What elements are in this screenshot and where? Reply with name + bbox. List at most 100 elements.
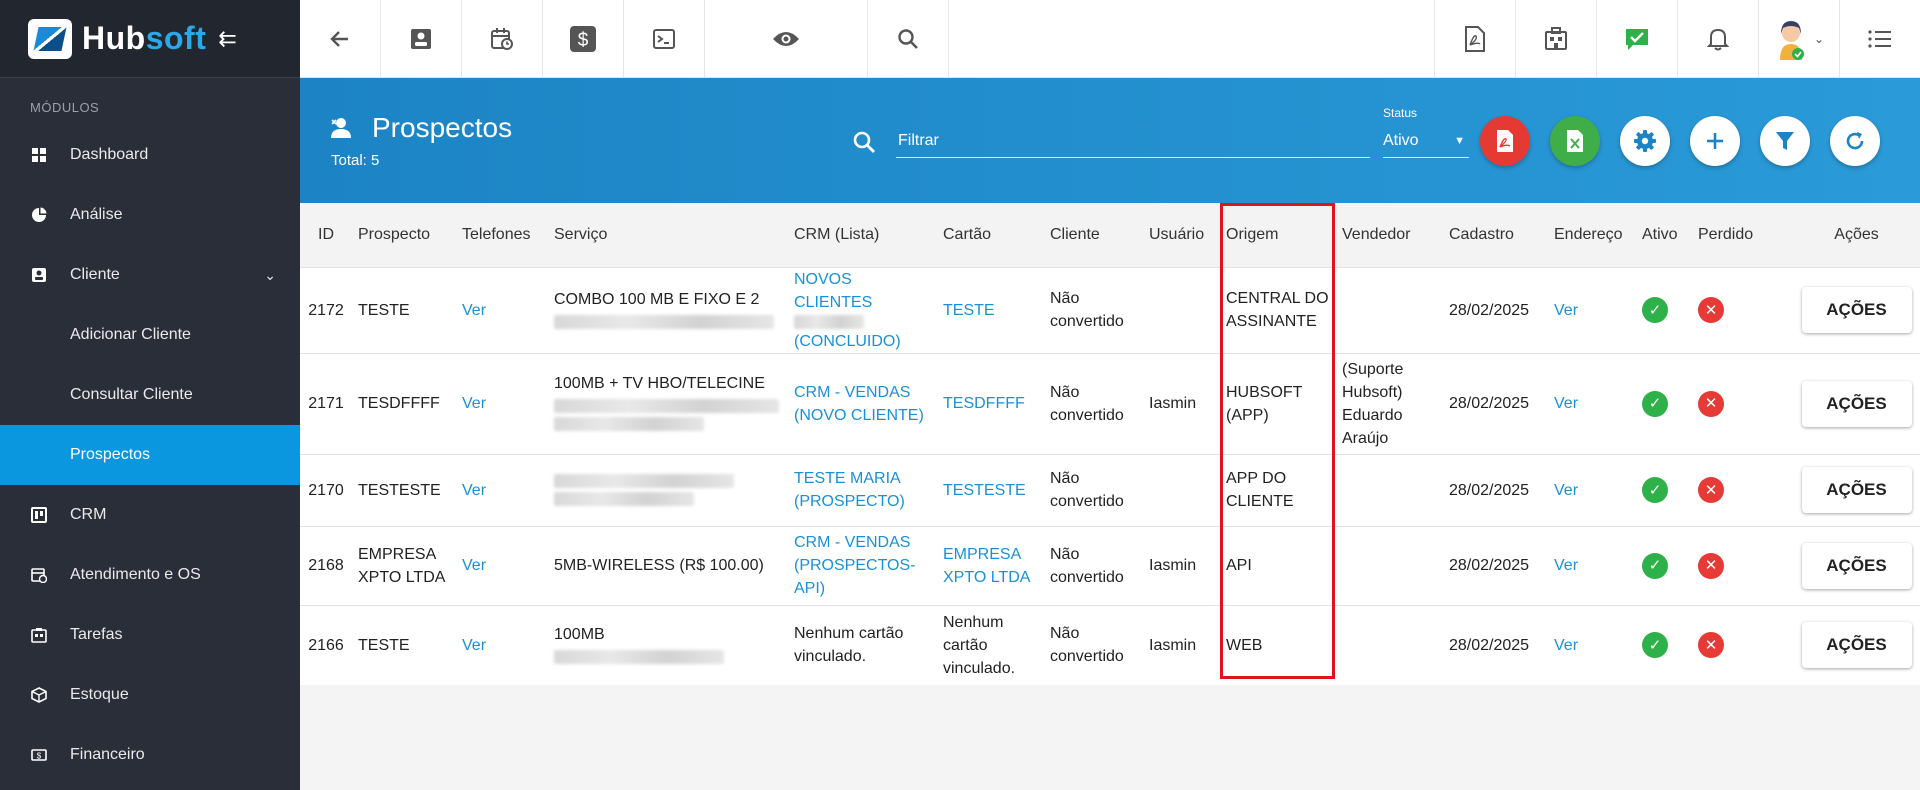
- redacted-text: [794, 314, 864, 329]
- filter-input[interactable]: [896, 124, 1370, 158]
- column-header-origem[interactable]: Origem: [1220, 203, 1336, 267]
- column-header-servico[interactable]: Serviço: [548, 203, 788, 267]
- cartao-link[interactable]: EMPRESA XPTO LTDA: [937, 525, 1044, 605]
- ver-telefones-link[interactable]: Ver: [462, 395, 486, 412]
- column-header-cartao[interactable]: Cartão: [937, 203, 1044, 267]
- client-card-button[interactable]: [381, 0, 462, 78]
- close-circle-icon[interactable]: ✕: [1698, 632, 1724, 659]
- add-prospect-button[interactable]: [1690, 116, 1740, 166]
- check-circle-icon[interactable]: ✓: [1642, 632, 1668, 659]
- crm-link-status[interactable]: (CONCLUIDO): [794, 330, 931, 353]
- financial-button[interactable]: $: [543, 0, 624, 78]
- page-title: Prospectos: [330, 112, 512, 144]
- sidebar-item-consultar-cliente[interactable]: Consultar Cliente: [0, 365, 300, 425]
- sidebar-item-prospectos[interactable]: Prospectos: [0, 425, 300, 485]
- filter-button[interactable]: [1760, 116, 1810, 166]
- column-header-usuario[interactable]: Usuário: [1143, 203, 1220, 267]
- notifications-button[interactable]: [1677, 0, 1758, 78]
- ver-telefones-link[interactable]: Ver: [462, 302, 486, 319]
- column-header-perdido[interactable]: Perdido: [1692, 203, 1793, 267]
- column-header-ativo[interactable]: Ativo: [1636, 203, 1692, 267]
- crm-link[interactable]: CRM - VENDAS: [794, 531, 931, 554]
- acoes-button[interactable]: AÇÕES: [1801, 380, 1912, 427]
- column-header-crm-lista[interactable]: CRM (Lista): [788, 203, 937, 267]
- close-circle-icon[interactable]: ✕: [1698, 477, 1724, 503]
- acoes-button[interactable]: AÇÕES: [1801, 287, 1912, 333]
- sidebar-item-atendimento-os[interactable]: Atendimento e OS: [0, 545, 300, 605]
- ver-endereco-link[interactable]: Ver: [1554, 482, 1578, 499]
- cell-cliente: Não convertido: [1044, 604, 1143, 685]
- ver-telefones-link[interactable]: Ver: [462, 557, 486, 574]
- pdf-report-button[interactable]: [1434, 0, 1515, 78]
- export-excel-button[interactable]: [1550, 116, 1600, 166]
- acoes-button[interactable]: AÇÕES: [1801, 542, 1912, 589]
- column-header-cliente[interactable]: Cliente: [1044, 203, 1143, 267]
- brand-logo[interactable]: Hubsoft ⇇: [0, 0, 300, 78]
- crm-link-status[interactable]: (NOVO CLIENTE): [794, 404, 931, 427]
- cell-crm[interactable]: TESTE MARIA (PROSPECTO): [788, 453, 937, 526]
- column-header-cadastro[interactable]: Cadastro: [1443, 203, 1548, 267]
- cartao-link[interactable]: TESTESTE: [943, 482, 1026, 499]
- collapse-menu-icon[interactable]: ⇇: [218, 26, 236, 52]
- ver-telefones-link[interactable]: Ver: [462, 482, 486, 499]
- export-pdf-button[interactable]: [1480, 116, 1530, 166]
- view-button[interactable]: [705, 0, 868, 78]
- back-button[interactable]: [300, 0, 381, 78]
- ver-endereco-link[interactable]: Ver: [1554, 302, 1578, 319]
- sidebar-item-tarefas[interactable]: Tarefas: [0, 605, 300, 665]
- column-header-endereco[interactable]: Endereço: [1548, 203, 1636, 267]
- acoes-button[interactable]: AÇÕES: [1801, 467, 1912, 513]
- close-circle-icon[interactable]: ✕: [1698, 297, 1724, 323]
- check-circle-icon[interactable]: ✓: [1642, 477, 1668, 503]
- dollar-icon: $: [570, 26, 596, 52]
- schedule-button[interactable]: [462, 0, 543, 78]
- cell-prospecto: TESTESTE: [352, 453, 456, 526]
- building-button[interactable]: [1515, 0, 1596, 78]
- ver-telefones-link[interactable]: Ver: [462, 637, 486, 654]
- column-header-prospecto[interactable]: Prospecto: [352, 203, 456, 267]
- crm-link[interactable]: CRM - VENDAS: [794, 381, 931, 404]
- sidebar-item-estoque[interactable]: Estoque: [0, 665, 300, 725]
- sidebar-item-financeiro[interactable]: $ Financeiro: [0, 725, 300, 785]
- check-circle-icon[interactable]: ✓: [1642, 552, 1668, 579]
- crm-link-status[interactable]: API): [794, 577, 931, 600]
- user-menu-button[interactable]: ⌄: [1758, 0, 1839, 78]
- sidebar-item-adicionar-cliente[interactable]: Adicionar Cliente: [0, 305, 300, 365]
- settings-button[interactable]: [1620, 116, 1670, 166]
- messages-button[interactable]: [1596, 0, 1677, 78]
- main-menu-button[interactable]: [1839, 0, 1920, 78]
- acoes-button[interactable]: AÇÕES: [1801, 622, 1912, 669]
- ver-endereco-link[interactable]: Ver: [1554, 637, 1578, 654]
- sidebar-item-crm[interactable]: CRM: [0, 485, 300, 545]
- cell-cadastro: 28/02/2025: [1443, 453, 1548, 526]
- cell-crm[interactable]: CRM - VENDAS (PROSPECTOS- API): [788, 525, 937, 605]
- crm-link-status[interactable]: (PROSPECTOS-: [794, 554, 931, 577]
- close-circle-icon[interactable]: ✕: [1698, 552, 1724, 579]
- status-select[interactable]: Ativo ▼: [1383, 124, 1469, 158]
- cell-vendedor: [1336, 266, 1443, 353]
- dashboard-icon: [30, 146, 48, 164]
- crm-link[interactable]: NOVOS CLIENTES: [794, 268, 931, 314]
- crm-link-status[interactable]: (PROSPECTO): [794, 490, 931, 513]
- ver-endereco-link[interactable]: Ver: [1554, 557, 1578, 574]
- sidebar-item-analise[interactable]: Análise: [0, 185, 300, 245]
- cell-servico: [548, 453, 788, 526]
- refresh-button[interactable]: [1830, 116, 1880, 166]
- column-header-id[interactable]: ID: [300, 203, 352, 267]
- cell-crm[interactable]: NOVOS CLIENTES (CONCLUIDO): [788, 266, 937, 353]
- cell-crm[interactable]: CRM - VENDAS (NOVO CLIENTE): [788, 352, 937, 454]
- sidebar-item-dashboard[interactable]: Dashboard: [0, 125, 300, 185]
- check-circle-icon[interactable]: ✓: [1642, 297, 1668, 323]
- crm-link[interactable]: TESTE MARIA: [794, 467, 931, 490]
- terminal-button[interactable]: [624, 0, 705, 78]
- check-circle-icon[interactable]: ✓: [1642, 390, 1668, 417]
- column-header-vendedor[interactable]: Vendedor: [1336, 203, 1443, 267]
- sidebar-item-cliente[interactable]: Cliente ⌄: [0, 245, 300, 305]
- search-button[interactable]: [868, 0, 949, 78]
- cartao-link[interactable]: TESDFFFF: [943, 395, 1025, 412]
- column-header-telefones[interactable]: Telefones: [456, 203, 548, 267]
- cartao-link[interactable]: TESTE: [943, 302, 995, 319]
- close-circle-icon[interactable]: ✕: [1698, 390, 1724, 417]
- box-icon: [30, 686, 48, 704]
- ver-endereco-link[interactable]: Ver: [1554, 395, 1578, 412]
